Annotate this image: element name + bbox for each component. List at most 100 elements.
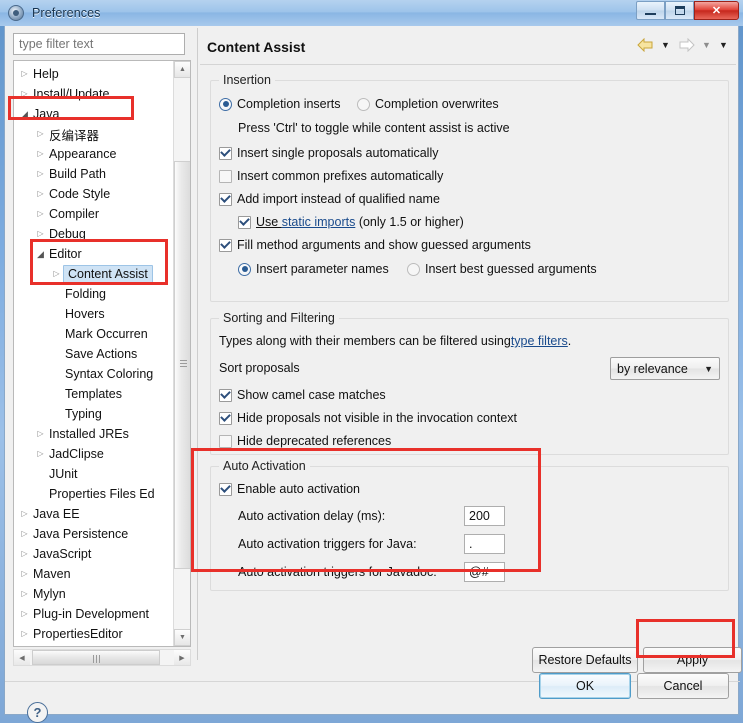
- sidebar-item-editor[interactable]: Editor: [14, 244, 174, 264]
- tree-expander-icon[interactable]: [34, 130, 47, 138]
- minimize-button[interactable]: [636, 1, 665, 20]
- checkbox-indicator: [219, 411, 232, 425]
- sidebar-item-typing[interactable]: Typing: [14, 404, 174, 424]
- back-arrow-icon[interactable]: [635, 36, 655, 54]
- tree-expander-icon[interactable]: [34, 190, 47, 198]
- sidebar-item-java-ee[interactable]: Java EE: [14, 504, 174, 524]
- apply-button[interactable]: Apply: [643, 647, 742, 673]
- panel-divider: [197, 28, 198, 660]
- tree-expander-icon[interactable]: [34, 250, 47, 259]
- tree-expander-icon[interactable]: [18, 630, 31, 638]
- enable-auto-activation-checkbox[interactable]: Enable auto activation: [219, 482, 360, 496]
- static-imports-link[interactable]: static imports: [282, 215, 356, 229]
- sidebar-item-hovers[interactable]: Hovers: [14, 304, 174, 324]
- tree-expander-icon[interactable]: [34, 170, 47, 178]
- sidebar-item-content-assist[interactable]: Content Assist: [14, 264, 174, 284]
- sidebar-item-label: Debug: [49, 227, 86, 241]
- tree-expander-icon[interactable]: [34, 450, 47, 458]
- sidebar-item-folding[interactable]: Folding: [14, 284, 174, 304]
- sidebar-item-install-update[interactable]: Install/Update: [14, 84, 174, 104]
- add-import-checkbox[interactable]: Add import instead of qualified name: [219, 192, 440, 206]
- tree-vertical-scrollbar[interactable]: ▲ ▼: [173, 61, 190, 646]
- tree-expander-icon[interactable]: [34, 430, 47, 438]
- sidebar-item-installed-jres[interactable]: Installed JREs: [14, 424, 174, 444]
- tree-expander-icon[interactable]: [18, 530, 31, 538]
- scroll-thumb[interactable]: [174, 161, 190, 569]
- sidebar-item-maven[interactable]: Maven: [14, 564, 174, 584]
- sidebar-item-code-style[interactable]: Code Style: [14, 184, 174, 204]
- checkbox-indicator: [219, 482, 232, 496]
- sidebar-item-mark-occurren[interactable]: Mark Occurren: [14, 324, 174, 344]
- sidebar-item-save-actions[interactable]: Save Actions: [14, 344, 174, 364]
- window-titlebar: Preferences ✕: [0, 0, 743, 26]
- sidebar-item-templates[interactable]: Templates: [14, 384, 174, 404]
- sidebar-item-label: Mylyn: [33, 587, 66, 601]
- forward-arrow-icon[interactable]: [676, 36, 696, 54]
- scroll-down-button[interactable]: ▼: [174, 629, 190, 646]
- sidebar-item-compiler[interactable]: Compiler: [14, 204, 174, 224]
- forward-history-chevron-down-icon[interactable]: ▼: [700, 37, 713, 53]
- tree-expander-icon[interactable]: [50, 270, 63, 278]
- restore-defaults-button[interactable]: Restore Defaults: [532, 647, 638, 673]
- tree-expander-icon[interactable]: [18, 570, 31, 578]
- sidebar-item-syntax-coloring[interactable]: Syntax Coloring: [14, 364, 174, 384]
- scroll-up-button[interactable]: ▲: [174, 61, 190, 78]
- sidebar-item-junit[interactable]: JUnit: [14, 464, 174, 484]
- maximize-button[interactable]: [665, 1, 694, 20]
- view-menu-chevron-down-icon[interactable]: ▼: [717, 37, 730, 53]
- fill-method-arguments-checkbox[interactable]: Fill method arguments and show guessed a…: [219, 238, 531, 252]
- insert-best-guessed-arguments-radio[interactable]: Insert best guessed arguments: [407, 262, 597, 276]
- sidebar-item-label: Java: [33, 107, 60, 121]
- tree-expander-icon[interactable]: [18, 610, 31, 618]
- sidebar-item-java-persistence[interactable]: Java Persistence: [14, 524, 174, 544]
- tree-expander-icon[interactable]: [18, 110, 31, 119]
- tree-expander-icon[interactable]: [34, 230, 47, 238]
- preferences-tree[interactable]: Help Install/Update Java 反编译器 Appearance Buil…: [13, 60, 191, 647]
- show-camel-case-checkbox[interactable]: Show camel case matches: [219, 388, 386, 402]
- type-filters-link[interactable]: type filters: [511, 334, 568, 348]
- insert-common-prefixes-checkbox[interactable]: Insert common prefixes automatically: [219, 169, 443, 183]
- sidebar-item-mylyn[interactable]: Mylyn: [14, 584, 174, 604]
- tree-horizontal-scrollbar[interactable]: ◀ ▶: [13, 649, 191, 666]
- sidebar-item-javascript[interactable]: JavaScript: [14, 544, 174, 564]
- sidebar-item-java[interactable]: Java: [14, 104, 174, 124]
- cancel-button[interactable]: Cancel: [637, 673, 729, 699]
- sidebar-item-[interactable]: 反编译器: [14, 124, 174, 144]
- help-icon[interactable]: ?: [27, 702, 48, 723]
- hide-deprecated-references-checkbox[interactable]: Hide deprecated references: [219, 434, 391, 448]
- insert-parameter-names-radio[interactable]: Insert parameter names: [238, 262, 389, 276]
- scroll-left-button[interactable]: ◀: [14, 650, 30, 665]
- tree-expander-icon[interactable]: [34, 210, 47, 218]
- tree-expander-icon[interactable]: [34, 150, 47, 158]
- sort-proposals-dropdown[interactable]: by relevance ▼: [610, 357, 720, 380]
- sidebar-item-debug[interactable]: Debug: [14, 224, 174, 244]
- auto-activation-delay-input[interactable]: [464, 506, 505, 526]
- sidebar-item-help[interactable]: Help: [14, 64, 174, 84]
- hscroll-thumb[interactable]: [32, 650, 160, 665]
- checkbox-indicator: [219, 169, 232, 183]
- radio-indicator: [357, 97, 370, 111]
- tree-expander-icon[interactable]: [18, 550, 31, 558]
- sidebar-item-jadclipse[interactable]: JadClipse: [14, 444, 174, 464]
- use-static-imports-checkbox[interactable]: Use static imports (only 1.5 or higher): [238, 215, 464, 229]
- sidebar-item-properties-files-ed[interactable]: Properties Files Ed: [14, 484, 174, 504]
- tree-expander-icon[interactable]: [18, 510, 31, 518]
- tree-expander-icon[interactable]: [18, 590, 31, 598]
- sidebar-item-appearance[interactable]: Appearance: [14, 144, 174, 164]
- sidebar-item-build-path[interactable]: Build Path: [14, 164, 174, 184]
- filter-input[interactable]: [13, 33, 185, 55]
- tree-expander-icon[interactable]: [18, 90, 31, 98]
- tree-expander-icon[interactable]: [18, 70, 31, 78]
- ok-button[interactable]: OK: [539, 673, 631, 699]
- back-history-chevron-down-icon[interactable]: ▼: [659, 37, 672, 53]
- sidebar-item-propertieseditor[interactable]: PropertiesEditor: [14, 624, 174, 644]
- completion-inserts-radio[interactable]: Completion inserts: [219, 97, 341, 111]
- insert-single-proposals-checkbox[interactable]: Insert single proposals automatically: [219, 146, 439, 160]
- hide-not-visible-proposals-checkbox[interactable]: Hide proposals not visible in the invoca…: [219, 411, 517, 425]
- scroll-right-button[interactable]: ▶: [174, 650, 190, 665]
- auto-activation-java-input[interactable]: [464, 534, 505, 554]
- auto-activation-javadoc-input[interactable]: [464, 562, 505, 582]
- completion-overwrites-radio[interactable]: Completion overwrites: [357, 97, 499, 111]
- sidebar-item-plug-in-development[interactable]: Plug-in Development: [14, 604, 174, 624]
- close-button[interactable]: ✕: [694, 1, 739, 20]
